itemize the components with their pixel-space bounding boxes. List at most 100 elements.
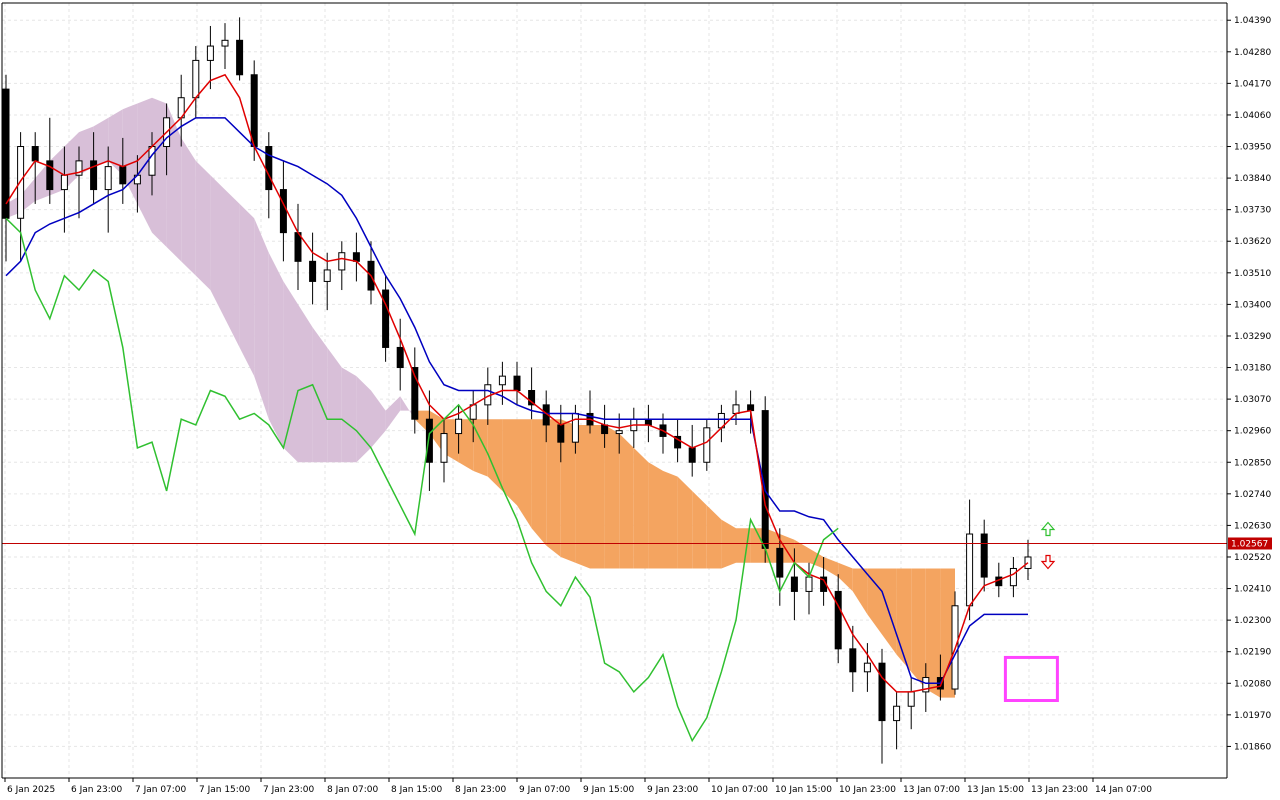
kumo-segment: [195, 160, 211, 291]
candle-bear: [878, 662, 886, 722]
candle-bear: [31, 146, 39, 162]
kumo-segment: [663, 470, 678, 569]
kumo-segment: [692, 490, 707, 569]
kumo-segment: [487, 419, 503, 491]
ichimoku-chart[interactable]: 1.02567 1.04390 1.04280 1.04170 1.04060 1.03…: [0, 0, 1280, 800]
x-tick-label: 9 Jan 15:00: [583, 785, 635, 795]
candle-bear: [688, 447, 696, 463]
y-tick-label: 1.03840: [1234, 174, 1271, 184]
candle-bear: [513, 375, 521, 392]
candle-bull: [60, 174, 68, 191]
x-tick-label: 10 Jan 15:00: [775, 785, 832, 795]
kumo-segment: [677, 476, 693, 569]
kumo-segment: [575, 424, 590, 569]
y-tick-label: 1.03950: [1234, 143, 1271, 153]
candle-bear: [279, 189, 287, 234]
kumo-segment: [225, 189, 240, 348]
candle-bull: [323, 269, 331, 282]
candle-bull: [206, 45, 214, 61]
candle-bull: [440, 433, 448, 463]
candle-bull: [615, 430, 623, 435]
candle-bear: [396, 346, 404, 369]
y-tick-label: 1.02190: [1234, 648, 1271, 658]
candle-bull: [17, 146, 25, 219]
kumo-segment: [122, 103, 138, 204]
candle-bull: [148, 146, 156, 176]
y-tick-label: 1.02410: [1234, 585, 1271, 595]
candle-bull: [732, 404, 740, 414]
y-tick-label: 1.02630: [1234, 521, 1271, 531]
candle-bull: [966, 533, 974, 607]
y-tick-label: 1.03290: [1234, 332, 1271, 342]
kumo-segment: [721, 519, 736, 569]
kumo-segment: [385, 396, 401, 431]
candle-bear: [790, 576, 798, 592]
chart-axes: 1.04390 1.04280 1.04170 1.04060 1.03950 1.038…: [1, 2, 1271, 795]
candle-bear: [849, 648, 857, 673]
kumo-segment: [604, 424, 620, 569]
kumo-segment: [327, 347, 342, 463]
kumo-segment: [838, 562, 853, 592]
candle-bear: [352, 252, 360, 262]
x-tick-label: 10 Jan 23:00: [839, 785, 896, 795]
candle-bull: [498, 375, 506, 386]
x-tick-label: 9 Jan 23:00: [647, 785, 699, 795]
candle-bull: [805, 576, 813, 592]
candle-bull: [703, 427, 711, 463]
kumo-segment: [283, 281, 298, 463]
candle-bear: [557, 424, 565, 443]
candle-bear: [119, 166, 127, 185]
y-tick-label: 1.03180: [1234, 364, 1271, 374]
kumo-segment: [181, 137, 196, 276]
kumo-segment: [911, 568, 926, 690]
candle-bear: [425, 418, 433, 463]
y-tick-label: 1.02080: [1234, 679, 1271, 689]
x-tick-label: 10 Jan 07:00: [711, 785, 768, 795]
candle-bear: [2, 88, 10, 219]
y-tick-label: 1.03620: [1234, 237, 1271, 247]
candle-bull: [1009, 567, 1017, 587]
candle-bull: [104, 166, 112, 191]
y-tick-label: 1.04390: [1234, 16, 1271, 26]
y-tick-label: 1.03730: [1234, 206, 1271, 216]
kumo-segment: [867, 568, 882, 635]
kumo-segment: [341, 367, 357, 463]
x-tick-label: 13 Jan 15:00: [967, 785, 1024, 795]
kumo-segment: [706, 505, 722, 569]
x-tick-label: 6 Jan 2025: [7, 785, 55, 795]
candle-bull: [221, 39, 229, 47]
y-tick-label: 1.02300: [1234, 616, 1271, 626]
kumo-segment: [268, 252, 284, 448]
y-tick-label: 1.03510: [1234, 269, 1271, 279]
y-tick-label: 1.02520: [1234, 553, 1271, 563]
x-tick-label: 8 Jan 15:00: [391, 785, 443, 795]
candle-bull: [192, 59, 200, 99]
y-tick-label: 1.02850: [1234, 458, 1271, 468]
x-tick-label: 13 Jan 23:00: [1031, 785, 1088, 795]
kumo-segment: [531, 419, 547, 546]
up-arrow-icon: [1040, 521, 1056, 537]
breakout-highlight-box: [1003, 655, 1059, 703]
candle-bull: [455, 418, 463, 435]
candle-bear: [294, 232, 302, 262]
x-tick-label: 7 Jan 07:00: [135, 785, 187, 795]
kumo-segment: [823, 556, 839, 578]
current-price-label: 1.02567: [1231, 539, 1268, 549]
kumo-segment: [590, 424, 605, 569]
x-tick-label: 7 Jan 23:00: [263, 785, 315, 795]
candle-bear: [776, 547, 784, 578]
candle-bull: [893, 705, 901, 722]
candle-bull: [907, 691, 915, 707]
ichimoku-cloud: [6, 97, 955, 698]
kumo-segment: [517, 419, 532, 529]
y-tick-label: 1.02740: [1234, 490, 1271, 500]
x-tick-label: 9 Jan 07:00: [519, 785, 571, 795]
kumo-segment: [312, 327, 328, 463]
candle-bear: [980, 533, 988, 578]
candle-bear: [834, 590, 842, 650]
y-tick-label: 1.03070: [1234, 395, 1271, 405]
x-tick-label: 13 Jan 07:00: [903, 785, 960, 795]
kumo-segment: [93, 117, 109, 167]
candle-bull: [863, 662, 871, 673]
y-tick-label: 1.04170: [1234, 79, 1271, 89]
